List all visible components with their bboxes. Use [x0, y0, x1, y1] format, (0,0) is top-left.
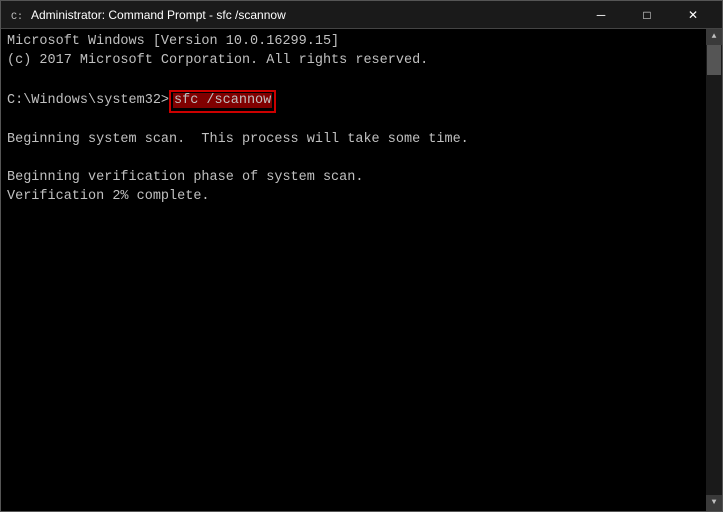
terminal-body: Microsoft Windows [Version 10.0.16299.15…: [1, 29, 722, 511]
title-bar-left: C: Administrator: Command Prompt - sfc /…: [9, 7, 286, 23]
window-title: Administrator: Command Prompt - sfc /sca…: [31, 8, 286, 22]
terminal-line-7: [7, 150, 698, 169]
scrollbar-track[interactable]: [706, 45, 722, 495]
terminal-prompt: C:\Windows\system32>: [7, 92, 169, 111]
scrollbar-thumb[interactable]: [707, 45, 721, 75]
terminal-line-2: (c) 2017 Microsoft Corporation. All righ…: [7, 52, 698, 71]
terminal-line-3: [7, 71, 698, 90]
maximize-button[interactable]: □: [624, 1, 670, 29]
terminal-line-1: Microsoft Windows [Version 10.0.16299.15…: [7, 33, 698, 52]
title-bar-controls: ─ □ ✕: [578, 1, 716, 29]
terminal-line-5: [7, 113, 698, 132]
svg-text:C:: C:: [11, 12, 23, 22]
terminal-command: sfc /scannow: [173, 93, 272, 108]
title-bar: C: Administrator: Command Prompt - sfc /…: [1, 1, 722, 29]
terminal-line-6: Beginning system scan. This process will…: [7, 131, 698, 150]
scrollbar-arrow-down[interactable]: ▼: [706, 495, 722, 511]
window: C: Administrator: Command Prompt - sfc /…: [0, 0, 723, 512]
command-highlight-box: sfc /scannow: [169, 90, 276, 113]
close-button[interactable]: ✕: [670, 1, 716, 29]
scrollbar-arrow-up[interactable]: ▲: [706, 29, 722, 45]
scrollbar[interactable]: ▲ ▼: [706, 29, 722, 511]
minimize-button[interactable]: ─: [578, 1, 624, 29]
terminal-content: Microsoft Windows [Version 10.0.16299.15…: [7, 33, 716, 207]
terminal-line-8: Beginning verification phase of system s…: [7, 169, 698, 188]
cmd-icon: C:: [9, 7, 25, 23]
terminal-line-9: Verification 2% complete.: [7, 188, 698, 207]
terminal-line-4: C:\Windows\system32> sfc /scannow: [7, 90, 698, 113]
